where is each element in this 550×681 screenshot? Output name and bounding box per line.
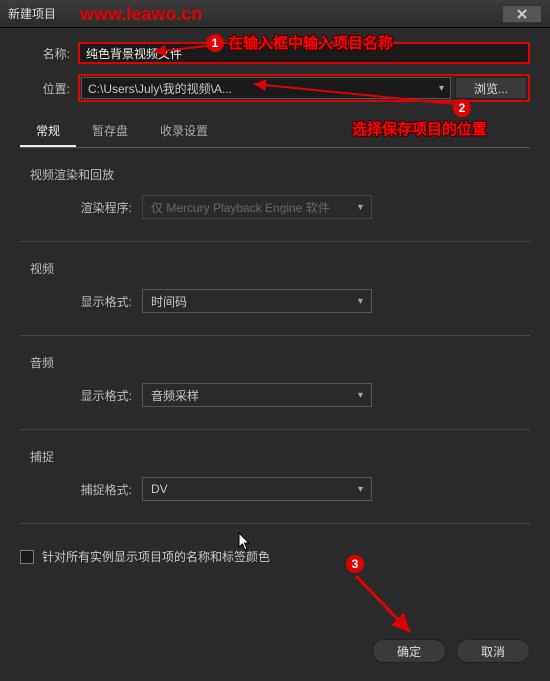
checkbox-label: 针对所有实例显示项目项的名称和标签颜色 (42, 548, 270, 565)
section-audio-title: 音频 (30, 354, 530, 371)
close-button[interactable] (502, 5, 542, 23)
renderer-value: 仅 Mercury Playback Engine 软件 (151, 199, 330, 216)
divider (20, 241, 530, 242)
ok-button[interactable]: 确定 (372, 639, 446, 663)
chevron-down-icon: ▾ (358, 202, 363, 213)
renderer-row: 渲染程序: 仅 Mercury Playback Engine 软件 ▾ (20, 195, 530, 219)
video-format-label: 显示格式: (20, 293, 132, 310)
renderer-select: 仅 Mercury Playback Engine 软件 ▾ (142, 195, 372, 219)
divider (20, 335, 530, 336)
audio-format-label: 显示格式: (20, 387, 132, 404)
tab-general[interactable]: 常规 (20, 116, 76, 147)
capture-format-value: DV (151, 482, 168, 496)
show-names-checkbox-row: 针对所有实例显示项目项的名称和标签颜色 (20, 548, 530, 565)
chevron-down-icon: ▾ (358, 390, 363, 401)
capture-format-select[interactable]: DV ▾ (142, 477, 372, 501)
browse-button[interactable]: 浏览... (455, 77, 527, 99)
chevron-down-icon: ▾ (439, 83, 444, 94)
cancel-button[interactable]: 取消 (456, 639, 530, 663)
dialog-content: 名称: 位置: C:\Users\July\我的视频\A... ▾ 浏览... … (0, 28, 550, 681)
capture-format-row: 捕捉格式: DV ▾ (20, 477, 530, 501)
show-names-checkbox[interactable] (20, 550, 34, 564)
renderer-label: 渲染程序: (20, 199, 132, 216)
capture-format-label: 捕捉格式: (20, 481, 132, 498)
location-dropdown[interactable]: C:\Users\July\我的视频\A... ▾ (81, 77, 451, 99)
name-label: 名称: (20, 45, 70, 62)
location-row: 位置: C:\Users\July\我的视频\A... ▾ 浏览... (20, 74, 530, 102)
tab-ingest[interactable]: 收录设置 (144, 116, 224, 147)
chevron-down-icon: ▾ (358, 296, 363, 307)
close-icon (516, 8, 528, 20)
section-video-title: 视频 (30, 260, 530, 277)
location-label: 位置: (20, 80, 70, 97)
name-row: 名称: (20, 42, 530, 64)
audio-format-select[interactable]: 音频采样 ▾ (142, 383, 372, 407)
titlebar: 新建项目 (0, 0, 550, 28)
chevron-down-icon: ▾ (358, 484, 363, 495)
audio-format-value: 音频采样 (151, 387, 199, 404)
video-format-row: 显示格式: 时间码 ▾ (20, 289, 530, 313)
divider (20, 429, 530, 430)
tab-scratch[interactable]: 暂存盘 (76, 116, 144, 147)
section-render-title: 视频渲染和回放 (30, 166, 530, 183)
location-highlight: C:\Users\July\我的视频\A... ▾ 浏览... (78, 74, 530, 102)
window-title: 新建项目 (8, 5, 56, 22)
dialog-buttons: 确定 取消 (372, 639, 530, 663)
divider (20, 523, 530, 524)
audio-format-row: 显示格式: 音频采样 ▾ (20, 383, 530, 407)
video-format-select[interactable]: 时间码 ▾ (142, 289, 372, 313)
location-value: C:\Users\July\我的视频\A... (88, 80, 232, 97)
tabs: 常规 暂存盘 收录设置 (20, 116, 530, 148)
video-format-value: 时间码 (151, 293, 187, 310)
section-capture-title: 捕捉 (30, 448, 530, 465)
project-name-input[interactable] (78, 42, 530, 64)
